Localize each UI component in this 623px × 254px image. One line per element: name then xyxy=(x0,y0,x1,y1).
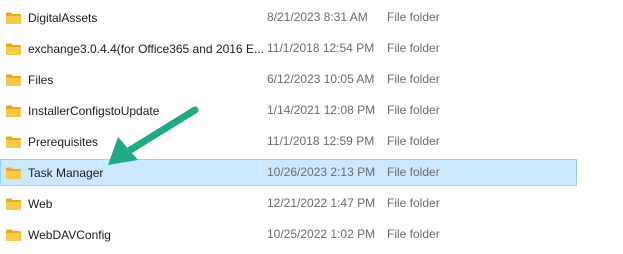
name-cell: Task Manager xyxy=(5,160,265,185)
name-cell: DigitalAssets xyxy=(5,5,265,30)
date-modified: 8/21/2023 8:31 AM xyxy=(267,10,368,24)
name-cell: exchange3.0.4.4(for Office365 and 2016 E… xyxy=(5,36,265,61)
file-row[interactable]: InstallerConfigstoUpdate 1/14/2021 12:08… xyxy=(0,97,577,124)
name-cell: WebDAVConfig xyxy=(5,222,265,247)
date-modified: 1/14/2021 12:08 PM xyxy=(267,103,376,117)
date-modified: 11/1/2018 12:59 PM xyxy=(267,134,375,148)
folder-icon xyxy=(6,74,21,86)
file-name: Files xyxy=(28,72,54,87)
name-cell: Prerequisites xyxy=(5,129,265,154)
date-modified: 12/21/2022 1:47 PM xyxy=(267,196,376,210)
date-modified: 11/1/2018 12:54 PM xyxy=(267,41,375,55)
name-cell: InstallerConfigstoUpdate xyxy=(5,98,265,123)
folder-icon xyxy=(6,167,21,179)
file-name: Web xyxy=(28,196,53,211)
file-name: InstallerConfigstoUpdate xyxy=(28,103,160,118)
folder-icon xyxy=(6,136,21,148)
folder-icon xyxy=(6,198,21,210)
file-type: File folder xyxy=(387,165,440,179)
date-modified: 6/12/2023 10:05 AM xyxy=(267,72,375,86)
file-type: File folder xyxy=(387,10,440,24)
file-row[interactable]: Files 6/12/2023 10:05 AM File folder xyxy=(0,66,577,93)
file-name: DigitalAssets xyxy=(28,10,98,25)
file-row[interactable]: WebDAVConfig 10/25/2022 1:02 PM File fol… xyxy=(0,221,577,248)
file-row[interactable]: DigitalAssets 8/21/2023 8:31 AM File fol… xyxy=(0,4,577,31)
file-row[interactable]: Web 12/21/2022 1:47 PM File folder xyxy=(0,190,577,217)
file-row[interactable]: Prerequisites 11/1/2018 12:59 PM File fo… xyxy=(0,128,577,155)
name-cell: Files xyxy=(5,67,265,92)
folder-icon xyxy=(6,229,21,241)
file-name: Prerequisites xyxy=(28,134,99,149)
file-row[interactable]: exchange3.0.4.4(for Office365 and 2016 E… xyxy=(0,35,577,62)
folder-icon xyxy=(6,105,21,117)
file-name: WebDAVConfig xyxy=(28,227,111,242)
file-list: DigitalAssets 8/21/2023 8:31 AM File fol… xyxy=(0,0,623,254)
date-modified: 10/26/2023 2:13 PM xyxy=(267,165,376,179)
file-type: File folder xyxy=(387,103,440,117)
folder-icon xyxy=(6,12,21,24)
file-type: File folder xyxy=(387,196,440,210)
file-type: File folder xyxy=(387,134,440,148)
folder-icon xyxy=(6,43,21,55)
file-type: File folder xyxy=(387,227,440,241)
file-type: File folder xyxy=(387,72,440,86)
file-name: Task Manager xyxy=(28,165,104,180)
date-modified: 10/25/2022 1:02 PM xyxy=(267,227,376,241)
file-row-selected[interactable]: Task Manager 10/26/2023 2:13 PM File fol… xyxy=(0,159,577,186)
file-name: exchange3.0.4.4(for Office365 and 2016 E… xyxy=(28,41,264,56)
file-type: File folder xyxy=(387,41,440,55)
name-cell: Web xyxy=(5,191,265,216)
